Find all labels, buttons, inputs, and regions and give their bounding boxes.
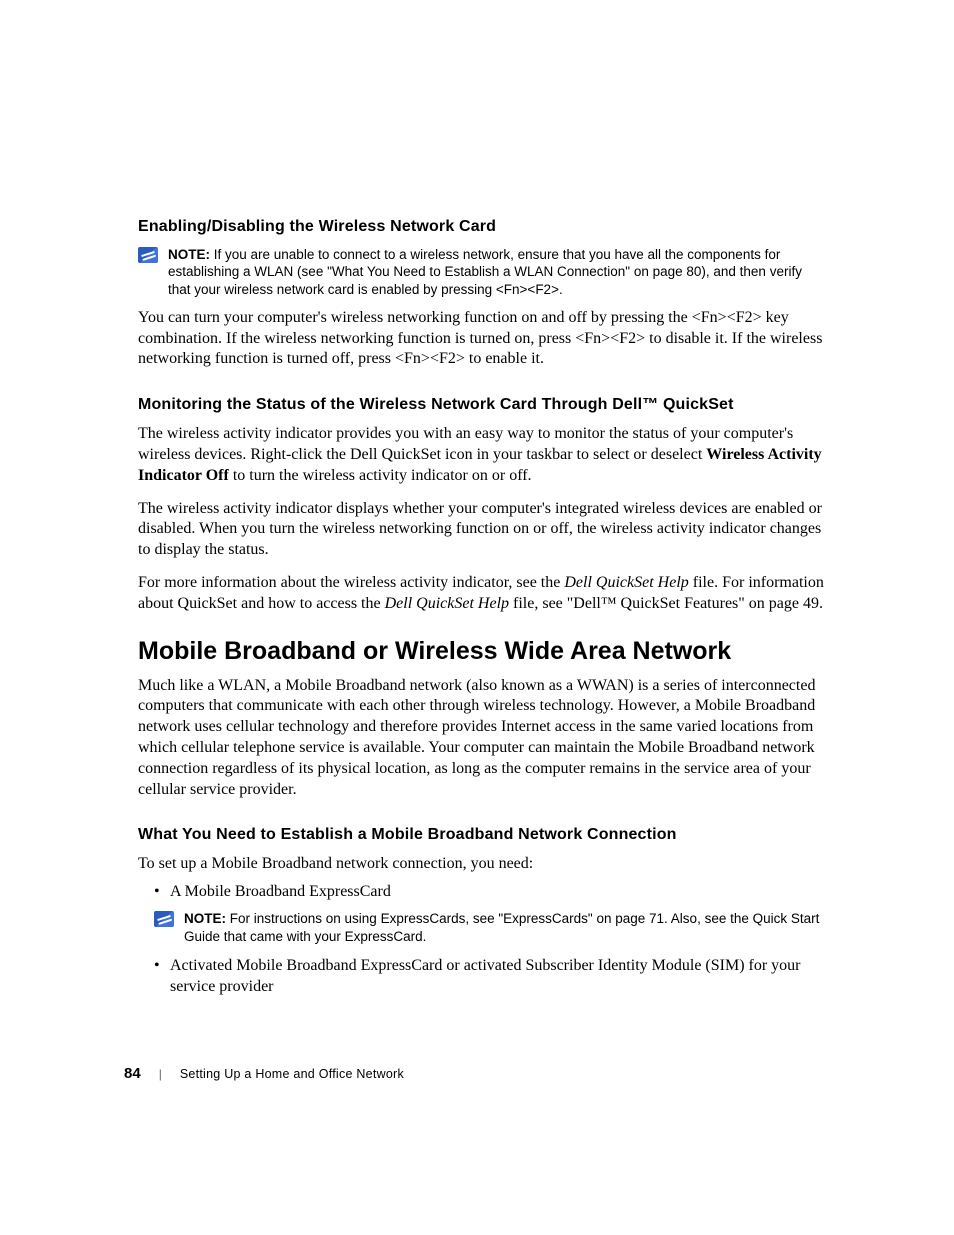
subsection-heading-monitoring-status: Monitoring the Status of the Wireless Ne…	[138, 396, 828, 414]
note-icon	[138, 247, 158, 263]
subsection-heading-enabling-disabling: Enabling/Disabling the Wireless Network …	[138, 218, 828, 236]
text-run: The wireless activity indicator provides…	[138, 425, 793, 463]
subsection-heading-what-you-need: What You Need to Establish a Mobile Broa…	[138, 826, 828, 844]
list-item: Activated Mobile Broadband ExpressCard o…	[170, 955, 828, 997]
note-body: If you are unable to connect to a wirele…	[168, 247, 802, 297]
body-paragraph: Much like a WLAN, a Mobile Broadband net…	[138, 676, 828, 801]
bullet-list: A Mobile Broadband ExpressCard	[138, 881, 828, 902]
text-run: file, see "Dell™ QuickSet Features" on p…	[509, 595, 823, 612]
page-footer: 84 | Setting Up a Home and Office Networ…	[124, 1065, 824, 1082]
note-body: For instructions on using ExpressCards, …	[184, 911, 819, 943]
italic-text: Dell QuickSet Help	[385, 595, 509, 612]
note-block: NOTE: If you are unable to connect to a …	[138, 246, 828, 298]
body-paragraph: For more information about the wireless …	[138, 573, 828, 615]
note-text: NOTE: If you are unable to connect to a …	[168, 246, 828, 298]
page-number: 84	[124, 1065, 141, 1082]
footer-separator: |	[159, 1067, 162, 1081]
footer-title: Setting Up a Home and Office Network	[180, 1067, 404, 1081]
text-run: to turn the wireless activity indicator …	[229, 467, 532, 484]
note-text: NOTE: For instructions on using ExpressC…	[184, 910, 828, 945]
bullet-list: Activated Mobile Broadband ExpressCard o…	[138, 955, 828, 997]
note-label: NOTE:	[168, 247, 210, 262]
italic-text: Dell QuickSet Help	[564, 574, 688, 591]
note-block: NOTE: For instructions on using ExpressC…	[138, 910, 828, 945]
body-paragraph: The wireless activity indicator provides…	[138, 424, 828, 486]
body-paragraph: The wireless activity indicator displays…	[138, 499, 828, 561]
list-item: A Mobile Broadband ExpressCard	[170, 881, 828, 902]
page-content: Enabling/Disabling the Wireless Network …	[138, 218, 828, 1005]
text-run: For more information about the wireless …	[138, 574, 564, 591]
section-heading-mobile-broadband: Mobile Broadband or Wireless Wide Area N…	[138, 637, 828, 666]
note-icon	[154, 911, 174, 927]
note-label: NOTE:	[184, 911, 226, 926]
body-paragraph: You can turn your computer's wireless ne…	[138, 308, 828, 370]
body-paragraph: To set up a Mobile Broadband network con…	[138, 854, 828, 875]
